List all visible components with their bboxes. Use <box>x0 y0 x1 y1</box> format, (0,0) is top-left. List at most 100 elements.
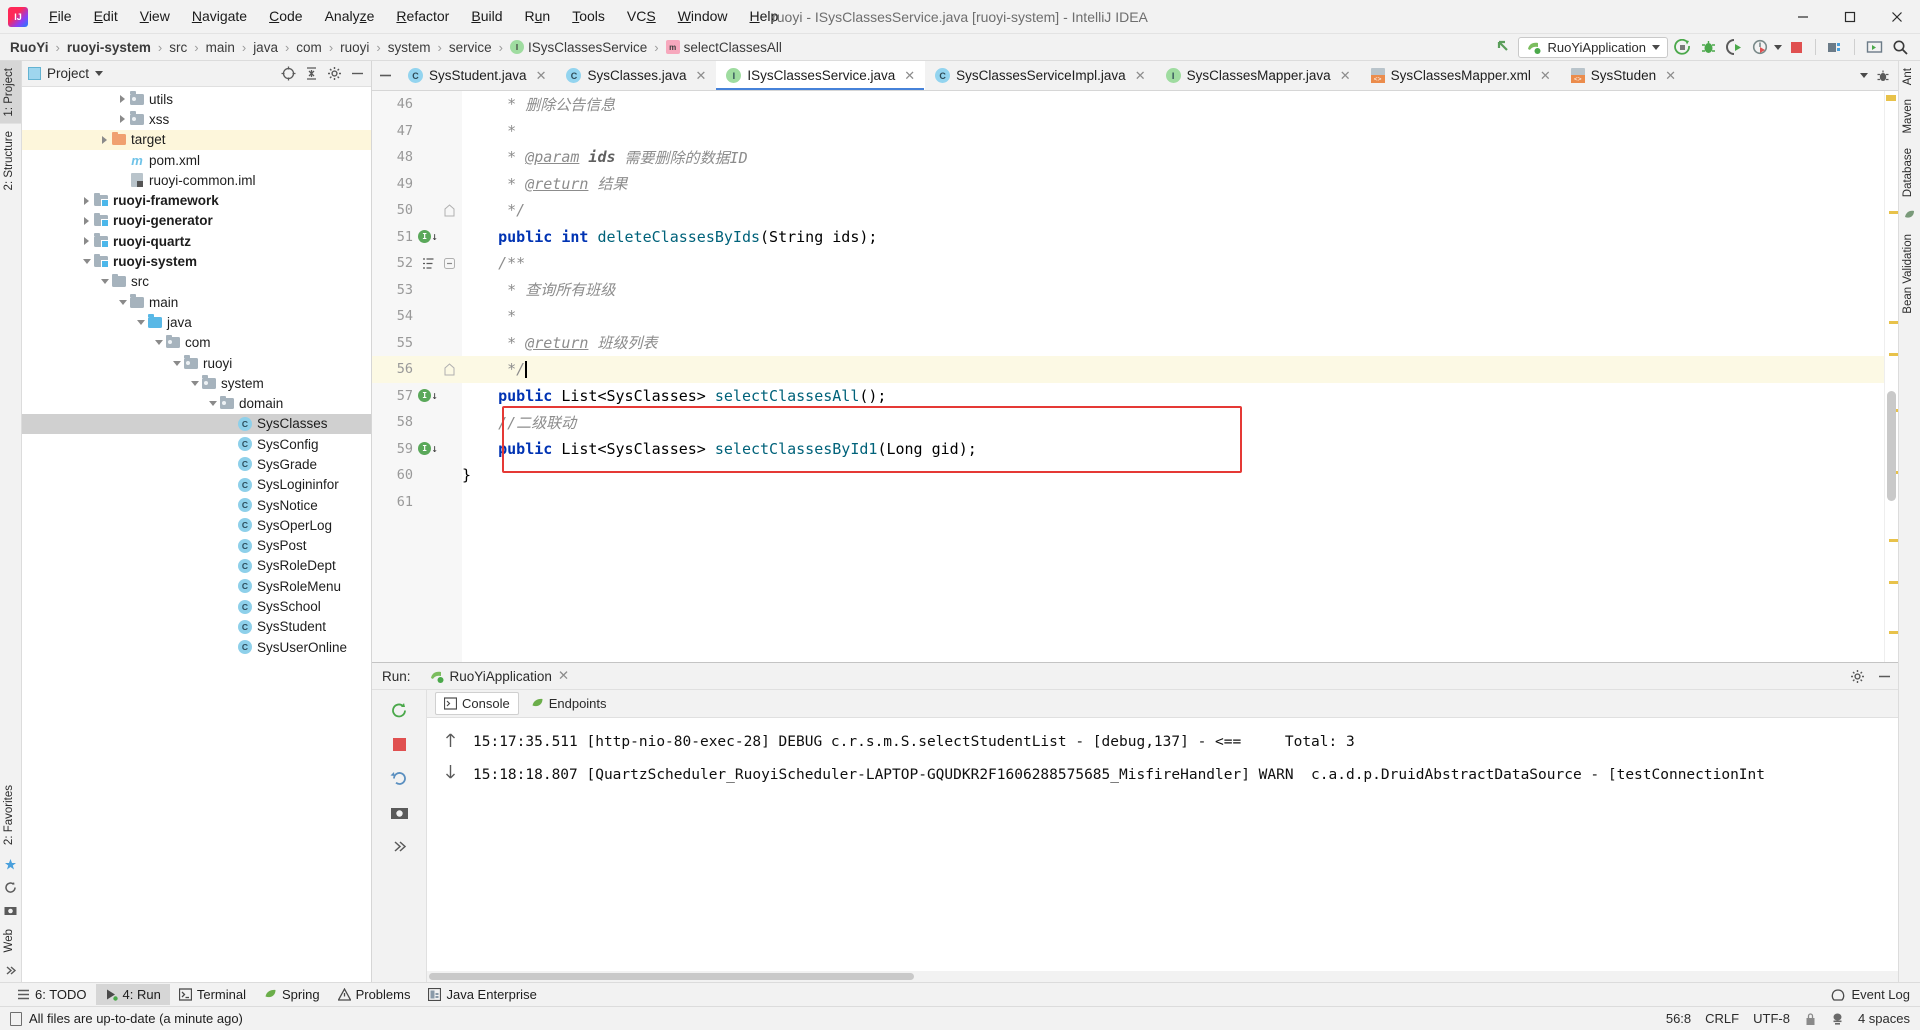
hide-run-window-icon[interactable] <box>1877 669 1892 684</box>
profiler-icon[interactable] <box>1748 36 1772 58</box>
bottom-tab-problems[interactable]: Problems <box>329 984 420 1005</box>
profiler-dropdown-icon[interactable] <box>1774 44 1782 50</box>
code-line-53[interactable]: * 查询所有班级 <box>462 277 1884 304</box>
editor-scrollbar-thumb[interactable] <box>1887 391 1896 501</box>
close-tab-icon[interactable]: ✕ <box>1135 68 1146 84</box>
gutter-line-49[interactable]: 49 <box>372 171 462 198</box>
code-line-46[interactable]: * 删除公告信息 <box>462 91 1884 118</box>
console-output[interactable]: 15:17:35.511 [http-nio-80-exec-28] DEBUG… <box>427 718 1898 971</box>
tree-item-java[interactable]: java <box>22 312 371 332</box>
tab-list-chevron-down-icon[interactable] <box>1860 73 1868 78</box>
rail-button-ant[interactable]: Ant <box>1899 61 1920 92</box>
code-line-61[interactable] <box>462 489 1884 516</box>
menu-code[interactable]: Code <box>258 5 313 28</box>
chevron-down-icon[interactable] <box>154 340 163 346</box>
fold-region-start-icon[interactable] <box>439 257 459 269</box>
chevron-down-icon[interactable] <box>172 360 181 366</box>
menu-help[interactable]: Help <box>739 5 790 28</box>
breadcrumb-item-ruoyi[interactable]: RuoYi <box>8 39 51 56</box>
gutter-line-48[interactable]: 48 <box>372 144 462 171</box>
code-line-50[interactable]: */ <box>462 197 1884 224</box>
chevron-down-icon[interactable] <box>82 259 91 265</box>
minimize-button[interactable] <box>1779 0 1826 33</box>
tree-item-system[interactable]: system <box>22 373 371 393</box>
run-with-coverage-icon[interactable] <box>1722 36 1746 58</box>
rerun-icon[interactable] <box>386 698 412 722</box>
star-icon[interactable] <box>0 853 21 876</box>
editor-tab-sysclassesserviceimpl-java[interactable]: C SysClassesServiceImpl.java ✕ <box>925 61 1155 90</box>
updates-icon[interactable] <box>1862 36 1886 58</box>
breadcrumb-item-ruoyi[interactable]: ruoyi <box>338 39 371 56</box>
tree-item-sysgrade[interactable]: C SysGrade <box>22 454 371 474</box>
editor-tab-sysclasses-java[interactable]: C SysClasses.java ✕ <box>556 61 716 90</box>
bottom-tab-todo[interactable]: 6: TODO <box>8 984 96 1005</box>
close-tab-icon[interactable]: ✕ <box>696 68 707 84</box>
code-line-56[interactable]: */ <box>462 356 1884 383</box>
rail-button-maven[interactable]: Maven <box>1899 92 1920 141</box>
breadcrumb-item-java[interactable]: java <box>251 39 280 56</box>
rail-button-database[interactable]: Database <box>1899 141 1920 204</box>
bottom-tab-terminal[interactable]: Terminal <box>170 984 255 1005</box>
gear-icon[interactable] <box>1850 669 1865 684</box>
editor-tab-sysclassesmapper-xml[interactable]: SysClassesMapper.xml ✕ <box>1361 61 1561 90</box>
tree-item-domain[interactable]: domain <box>22 393 371 413</box>
menu-edit[interactable]: Edit <box>83 5 129 28</box>
implemented-method-icon[interactable]: I ↓ <box>417 389 439 403</box>
editor-tab-sysstuden[interactable]: SysStuden ✕ <box>1561 61 1686 90</box>
inspection-bug-icon[interactable] <box>1876 69 1890 83</box>
project-structure-icon[interactable] <box>1823 36 1847 58</box>
menu-vcs[interactable]: VCS <box>616 5 667 28</box>
code-line-55[interactable]: * @return 班级列表 <box>462 330 1884 357</box>
bottom-tab-spring[interactable]: Spring <box>255 984 329 1005</box>
gutter-line-59[interactable]: 59 I ↓ <box>372 436 462 463</box>
chevron-down-icon[interactable] <box>136 319 145 325</box>
close-icon[interactable]: ✕ <box>558 668 569 684</box>
gutter-line-57[interactable]: 57 I ↓ <box>372 383 462 410</box>
tree-item-sysrolemenu[interactable]: C SysRoleMenu <box>22 576 371 596</box>
run-configuration-tab[interactable]: RuoYiApplication ✕ <box>423 666 576 686</box>
scroll-down-icon[interactable] <box>442 763 459 780</box>
code-line-54[interactable]: * <box>462 303 1884 330</box>
menu-analyze[interactable]: Analyze <box>314 5 386 28</box>
rail-button-bean-validation[interactable]: Bean Validation <box>1899 227 1920 321</box>
menu-navigate[interactable]: Navigate <box>181 5 258 28</box>
rail-button-web[interactable]: Web <box>0 922 21 959</box>
tree-toggle[interactable] <box>170 360 183 366</box>
gutter-line-46[interactable]: 46 <box>372 91 462 118</box>
chevron-down-icon[interactable] <box>118 299 127 305</box>
breadcrumb-item-main[interactable]: main <box>204 39 237 56</box>
debug-icon[interactable] <box>1696 36 1720 58</box>
tree-item-sysschool[interactable]: C SysSchool <box>22 596 371 616</box>
gutter-line-55[interactable]: 55 <box>372 330 462 357</box>
tree-toggle[interactable] <box>134 319 147 325</box>
gutter-line-56[interactable]: 56 <box>372 356 462 383</box>
code-editor[interactable]: * 删除公告信息 * * @param ids 需要删除的数据ID * @ret… <box>462 91 1884 662</box>
breadcrumb-item-isysclassesservice[interactable]: I ISysClassesService <box>508 39 649 56</box>
stop-icon[interactable] <box>1784 36 1808 58</box>
caret-position[interactable]: 56:8 <box>1666 1011 1691 1026</box>
camera-icon[interactable] <box>0 899 21 922</box>
breadcrumb-item-system[interactable]: system <box>386 39 433 56</box>
tree-item-syslogininfor[interactable]: C SysLogininfor <box>22 475 371 495</box>
breadcrumb-item-selectclassesall[interactable]: m selectClassesAll <box>664 39 784 56</box>
tree-item-xss[interactable]: xss <box>22 109 371 129</box>
tree-item-ruoyi-quartz[interactable]: ruoyi-quartz <box>22 231 371 251</box>
code-line-47[interactable]: * <box>462 118 1884 145</box>
stop-icon[interactable] <box>386 732 412 756</box>
close-tab-icon[interactable]: ✕ <box>536 68 547 84</box>
console-scrollbar[interactable] <box>1884 726 1898 971</box>
editor-tab-sysstudent-java[interactable]: C SysStudent.java ✕ <box>398 61 556 90</box>
code-line-60[interactable]: } <box>462 462 1884 489</box>
tree-toggle[interactable] <box>116 95 129 104</box>
chevron-right-icon[interactable] <box>84 196 89 205</box>
tree-item-ruoyi-framework[interactable]: ruoyi-framework <box>22 190 371 210</box>
code-line-57[interactable]: public List<SysClasses> selectClassesAll… <box>462 383 1884 410</box>
tree-item-syspost[interactable]: C SysPost <box>22 536 371 556</box>
tree-item-utils[interactable]: utils <box>22 89 371 109</box>
implemented-method-icon[interactable]: I ↓ <box>417 442 439 456</box>
code-line-58[interactable]: //二级联动 <box>462 409 1884 436</box>
tree-item-pom-xml[interactable]: m pom.xml <box>22 150 371 170</box>
chevron-down-icon[interactable] <box>100 279 109 285</box>
maximize-button[interactable] <box>1826 0 1873 33</box>
editor-tabs[interactable]: C SysStudent.java ✕ C SysClasses.java ✕ I ISysC… <box>398 61 1852 90</box>
